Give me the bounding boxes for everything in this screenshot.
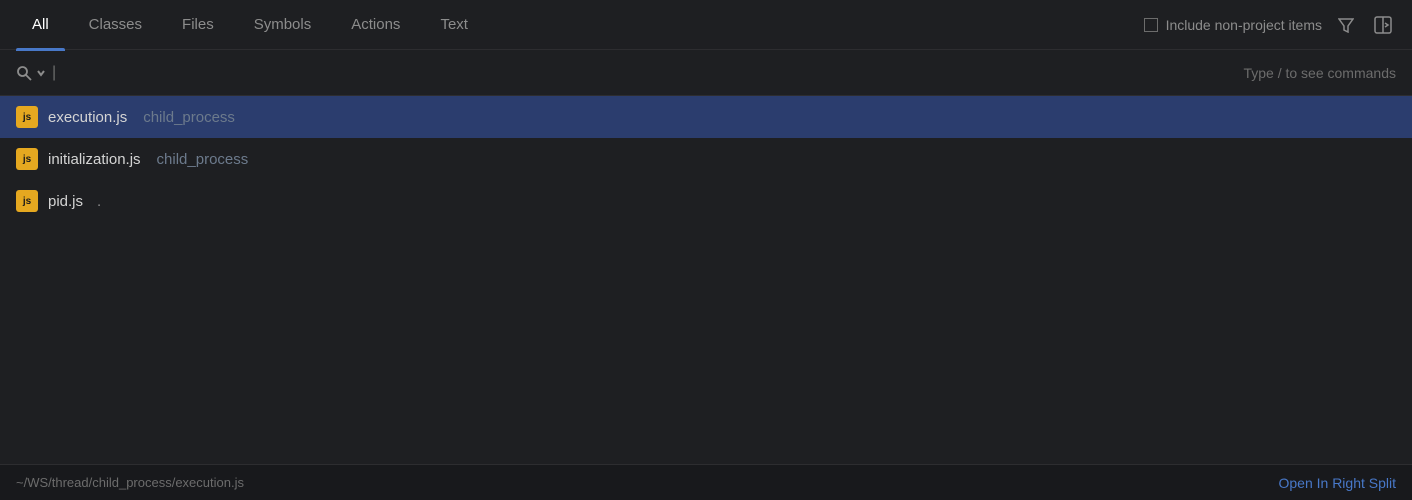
preview-icon: [1374, 16, 1392, 34]
search-input[interactable]: [62, 64, 1243, 81]
search-icon-area: [16, 65, 46, 81]
filter-button[interactable]: [1334, 13, 1358, 37]
open-right-split-button[interactable]: Open In Right Split: [1278, 475, 1396, 491]
search-hint: Type / to see commands: [1243, 65, 1396, 81]
include-non-project-text: Include non-project items: [1166, 17, 1322, 33]
tab-options: Include non-project items: [1144, 12, 1396, 38]
tab-symbols[interactable]: Symbols: [238, 8, 328, 41]
tab-all[interactable]: All: [16, 8, 65, 41]
file-dot-pid: .: [97, 193, 101, 210]
result-item-execution[interactable]: js execution.js child_process: [0, 96, 1412, 138]
file-name-execution: execution.js: [48, 109, 127, 126]
file-path-execution: child_process: [143, 109, 235, 126]
file-name-initialization: initialization.js: [48, 151, 141, 168]
cursor-divider: |: [52, 64, 56, 82]
file-icon-initialization: js: [16, 148, 38, 170]
result-item-pid[interactable]: js pid.js .: [0, 180, 1412, 222]
results-list: js execution.js child_process js initial…: [0, 96, 1412, 464]
file-icon-execution: js: [16, 106, 38, 128]
search-dialog: All Classes Files Symbols Actions Text I…: [0, 0, 1412, 500]
filter-icon: [1338, 17, 1354, 33]
include-non-project-label[interactable]: Include non-project items: [1144, 17, 1322, 33]
tab-files[interactable]: Files: [166, 8, 230, 41]
status-path: ~/WS/thread/child_process/execution.js: [16, 475, 244, 490]
search-chevron-icon: [36, 68, 46, 78]
tab-classes[interactable]: Classes: [73, 8, 158, 41]
result-item-initialization[interactable]: js initialization.js child_process: [0, 138, 1412, 180]
file-path-initialization: child_process: [157, 151, 249, 168]
file-name-pid: pid.js: [48, 193, 83, 210]
search-icon: [16, 65, 32, 81]
tab-text[interactable]: Text: [424, 8, 484, 41]
file-icon-pid: js: [16, 190, 38, 212]
tab-actions[interactable]: Actions: [335, 8, 416, 41]
search-bar: | Type / to see commands: [0, 50, 1412, 96]
tabs: All Classes Files Symbols Actions Text: [16, 8, 1144, 41]
preview-button[interactable]: [1370, 12, 1396, 38]
include-non-project-checkbox[interactable]: [1144, 18, 1158, 32]
status-bar: ~/WS/thread/child_process/execution.js O…: [0, 464, 1412, 500]
tab-bar: All Classes Files Symbols Actions Text I…: [0, 0, 1412, 50]
